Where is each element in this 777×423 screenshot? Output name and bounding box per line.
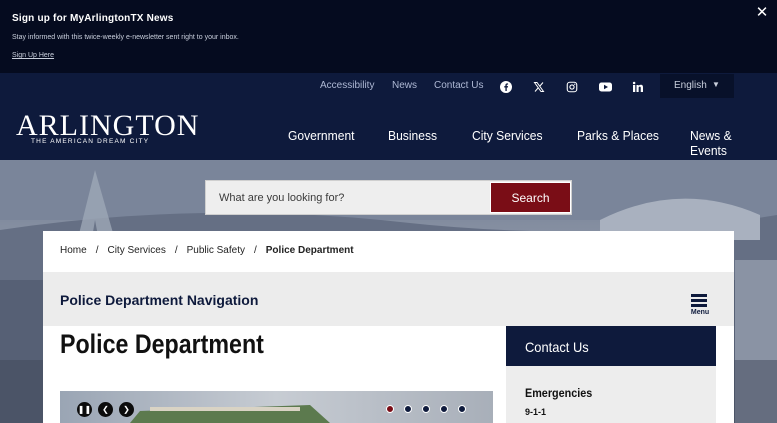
caret-down-icon: ▼ [712, 80, 720, 89]
contact-header: Contact Us [506, 326, 716, 366]
breadcrumb: Home / City Services / Public Safety / Police … [60, 245, 354, 256]
breadcrumb-separator: / [253, 245, 257, 256]
department-navigation: Police Department Navigation Menu [43, 272, 734, 326]
banner-text: Stay informed with this twice-weekly e-n… [12, 34, 239, 41]
breadcrumb-current: Police Department [265, 245, 354, 256]
breadcrumb-separator: / [95, 245, 99, 256]
contact-us-link[interactable]: Contact Us [434, 80, 483, 91]
nav-parks-places[interactable]: Parks & Places [577, 128, 659, 143]
nav-business[interactable]: Business [388, 128, 437, 143]
subnav-title: Police Department Navigation [60, 292, 259, 308]
close-icon[interactable]: ✕ [754, 5, 770, 21]
instagram-icon[interactable] [565, 80, 579, 94]
newsletter-banner: Sign up for MyArlingtonTX News Stay info… [0, 0, 777, 73]
city-logo[interactable]: ARLINGTON [16, 111, 199, 141]
hamburger-icon [691, 294, 707, 297]
breadcrumb-city-services[interactable]: City Services [107, 245, 165, 256]
contact-title: Contact Us [525, 339, 589, 355]
main-content: Home / City Services / Public Safety / Police … [43, 231, 734, 423]
menu-label: Menu [690, 309, 710, 316]
search-input[interactable] [206, 181, 488, 214]
image-carousel: ❚❚ ❮ ❯ [60, 391, 493, 423]
nav-news-events[interactable]: News & Events [690, 128, 771, 158]
linkedin-icon[interactable] [631, 80, 645, 94]
logo-tagline: THE AMERICAN DREAM CITY [31, 138, 150, 145]
breadcrumb-separator: / [174, 245, 178, 256]
breadcrumb-public-safety[interactable]: Public Safety [187, 245, 245, 256]
accessibility-link[interactable]: Accessibility [320, 80, 374, 91]
prev-icon[interactable]: ❮ [98, 402, 113, 417]
emergency-number[interactable]: 9-1-1 [525, 407, 546, 417]
pause-icon[interactable]: ❚❚ [77, 402, 92, 417]
news-link[interactable]: News [392, 80, 417, 91]
carousel-dot-4[interactable] [440, 405, 448, 413]
search-bar: Search [205, 180, 572, 215]
banner-signup-link[interactable]: Sign Up Here [12, 52, 54, 59]
search-button[interactable]: Search [490, 182, 571, 213]
menu-button[interactable]: Menu [688, 292, 712, 320]
facebook-icon[interactable] [499, 80, 513, 94]
breadcrumb-home[interactable]: Home [60, 245, 87, 256]
site-header: Accessibility News Contact Us English ▼ … [0, 73, 777, 160]
carousel-dot-5[interactable] [458, 405, 466, 413]
nav-government[interactable]: Government [288, 128, 355, 143]
x-twitter-icon[interactable] [532, 80, 546, 94]
next-icon[interactable]: ❯ [119, 402, 134, 417]
carousel-dot-1[interactable] [386, 405, 394, 413]
language-label: English [674, 80, 707, 91]
language-select[interactable]: English ▼ [660, 74, 734, 98]
carousel-dot-2[interactable] [404, 405, 412, 413]
nav-city-services[interactable]: City Services [472, 128, 543, 143]
banner-title: Sign up for MyArlingtonTX News [12, 13, 174, 24]
emergencies-heading: Emergencies [525, 386, 593, 400]
contact-panel: Emergencies 9-1-1 [506, 366, 716, 423]
page-title: Police Department [60, 329, 264, 359]
carousel-dot-3[interactable] [422, 405, 430, 413]
youtube-icon[interactable] [598, 80, 612, 94]
